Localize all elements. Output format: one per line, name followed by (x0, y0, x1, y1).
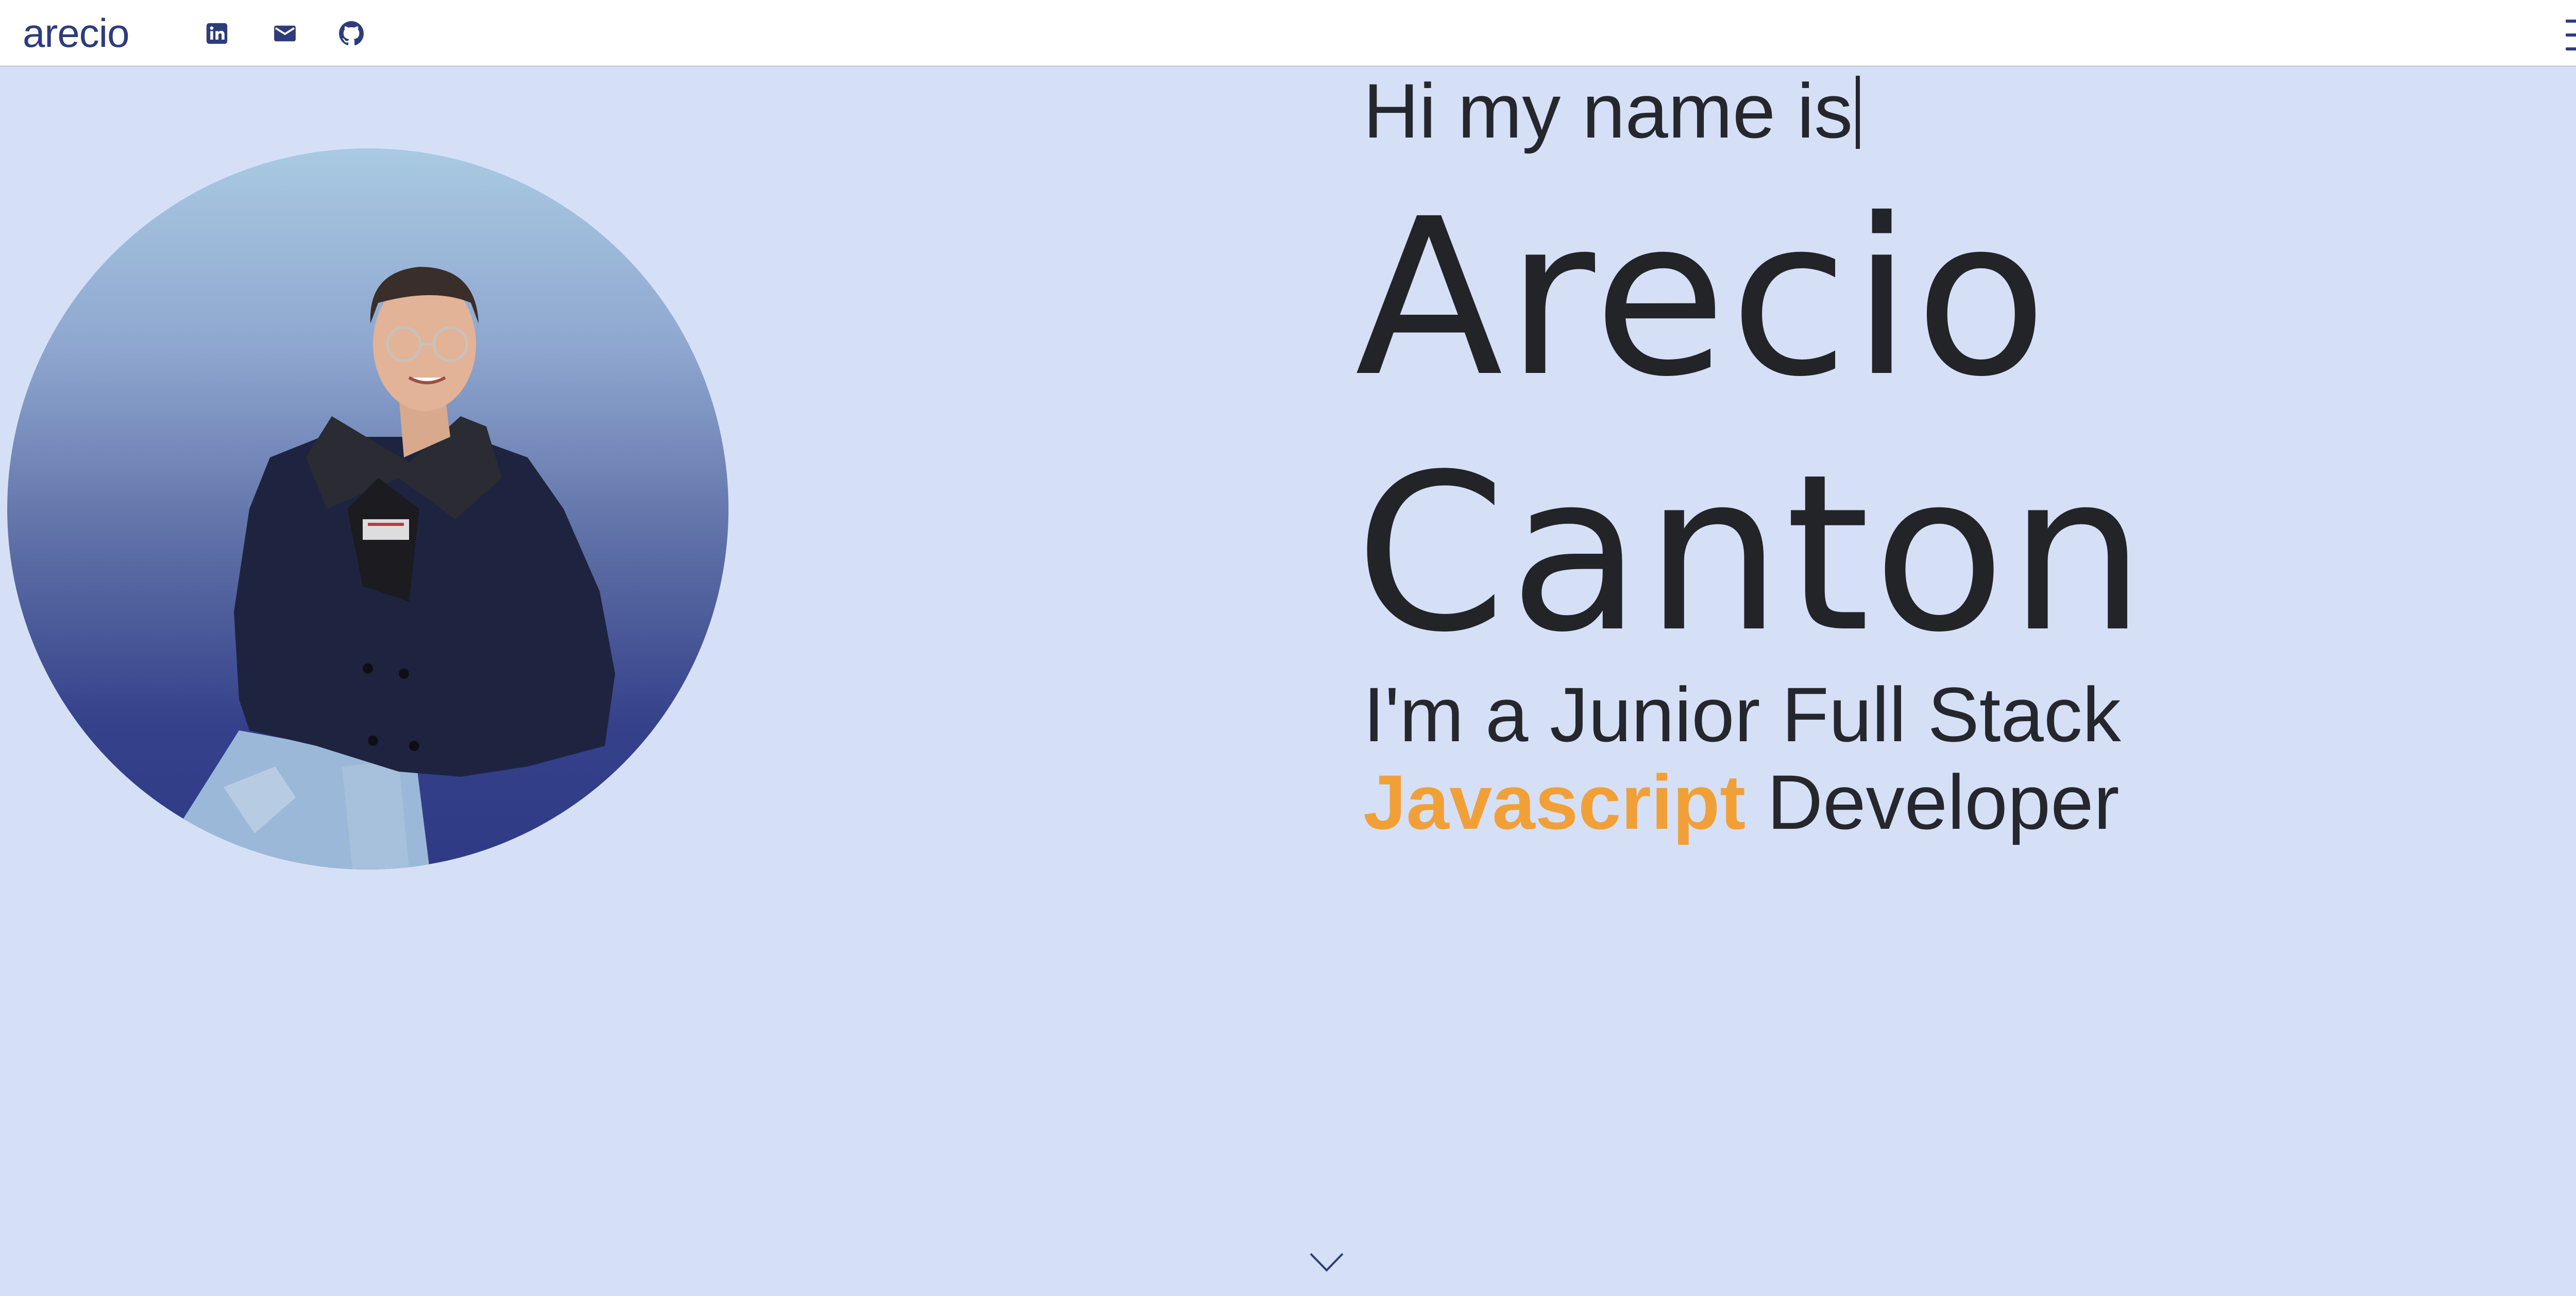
mail-icon[interactable] (262, 0, 308, 67)
typing-cursor (1856, 76, 1860, 149)
github-icon[interactable] (328, 0, 375, 67)
hamburger-icon[interactable] (2566, 20, 2576, 50)
person-illustration (126, 267, 615, 869)
greeting-label: Hi my name is (1363, 67, 1853, 154)
greeting-text: Hi my name is (1363, 67, 1860, 155)
tagline-rest: Developer (1745, 759, 2120, 845)
tagline-line-2: Javascript Developer (1363, 758, 2121, 846)
hero-section: Hi my name is Arecio Canton I'm a Junior… (0, 67, 2576, 1296)
first-name: Arecio (1355, 173, 2050, 424)
brand-logo[interactable]: arecio (23, 7, 129, 59)
chevron-down-icon[interactable] (1309, 1250, 1345, 1275)
linkedin-icon[interactable] (194, 0, 240, 67)
tagline: I'm a Junior Full Stack Javascript Devel… (1363, 671, 2121, 846)
tagline-highlight: Javascript (1363, 759, 1746, 845)
last-name: Canton (1355, 428, 2149, 680)
tagline-line-1: I'm a Junior Full Stack (1363, 671, 2121, 758)
navbar: arecio (0, 0, 2576, 67)
profile-photo (7, 148, 728, 869)
